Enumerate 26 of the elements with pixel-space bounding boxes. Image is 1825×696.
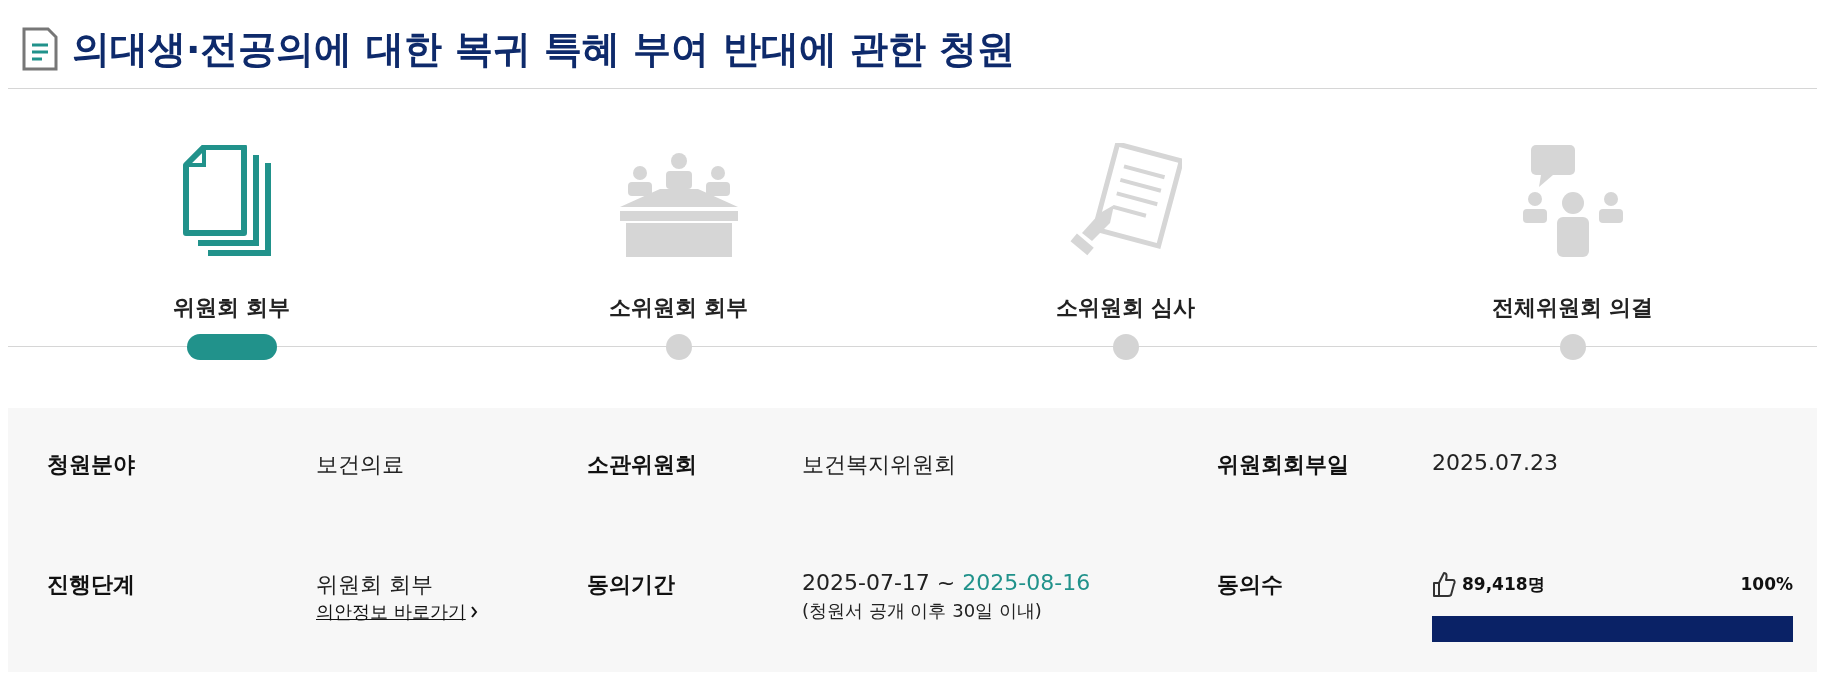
chevron-right-icon [469,606,478,618]
field-label: 동의기간 [587,571,675,599]
field-value: 보건의료 [316,451,404,479]
step-indicator[interactable] [186,334,277,360]
step-label: 소위원회 심사 [1055,294,1196,322]
consent-percent: 100% [1740,574,1793,594]
field-value: 2025.07.23 [1432,450,1558,475]
field-value: 보건복지위원회 [802,451,956,479]
field-label: 소관위원회 [587,451,697,479]
thumbs-up-icon [1432,570,1456,598]
field-value: 2025-07-17 ~ 2025-08-16 [802,570,1091,595]
step-label: 위원회 회부 [172,294,291,322]
step-label: 소위원회 회부 [608,294,749,322]
field-label: 청원분야 [47,451,135,479]
document-icon [22,27,58,71]
field-value: 위원회 회부 [316,571,433,599]
field-label: 진행단계 [47,571,135,599]
period-note: (청원서 공개 이후 30일 이내) [802,599,1042,623]
consent-count: 89,418명 [1462,572,1545,596]
field-label: 위원회회부일 [1217,451,1349,479]
page-title: 의대생·전공의에 대한 복귀 특혜 부여 반대에 관한 청원 [72,25,1016,73]
discussion-icon [1522,145,1623,257]
document-pen-icon [1069,143,1182,257]
field-label: 동의수 [1217,571,1283,599]
bill-info-link[interactable]: 의안정보 바로가기 [316,600,478,624]
step-label: 전체위원회 의결 [1491,294,1654,322]
